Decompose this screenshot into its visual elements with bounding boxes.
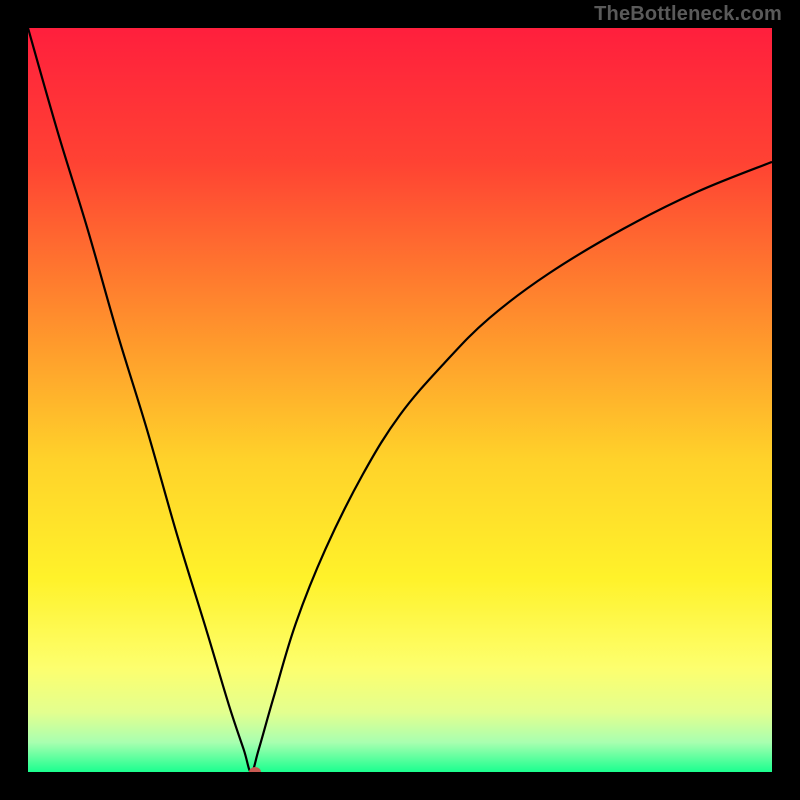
curve-layer [28, 28, 772, 772]
plot-area [28, 28, 772, 772]
minimum-marker [249, 767, 261, 772]
bottleneck-curve [28, 28, 772, 772]
watermark-text: TheBottleneck.com [594, 0, 782, 28]
chart-frame: TheBottleneck.com [0, 0, 800, 800]
